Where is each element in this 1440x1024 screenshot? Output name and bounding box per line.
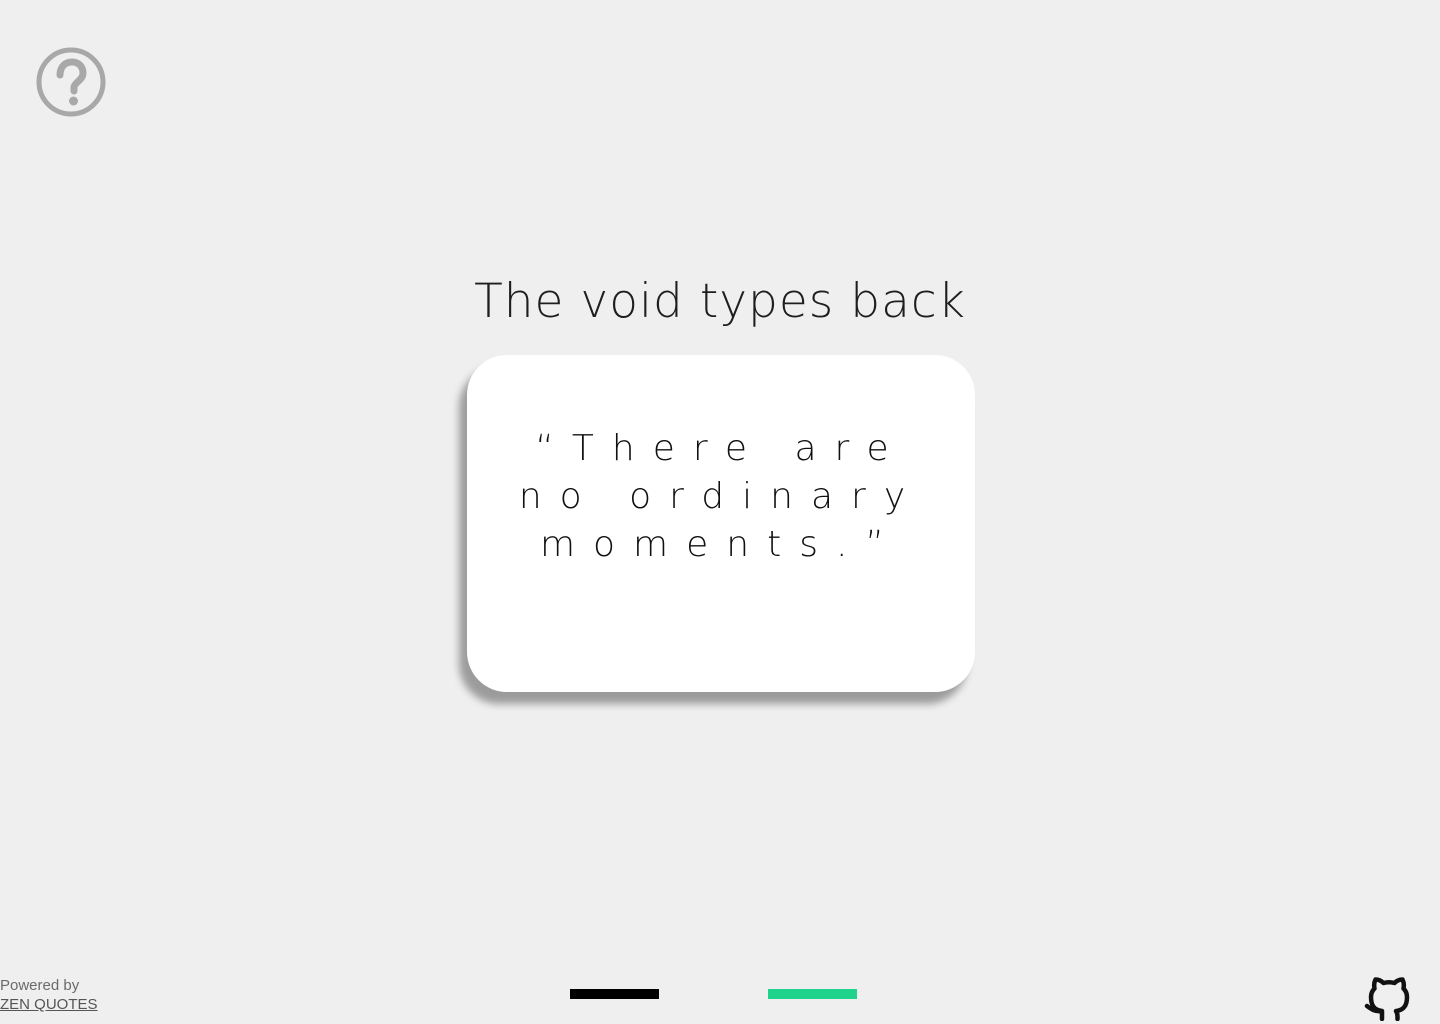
quote-card: “There are no ordinary moments.” bbox=[467, 355, 975, 692]
page-indicator-1[interactable] bbox=[570, 989, 659, 999]
quote-text: “There are no ordinary moments.” bbox=[518, 428, 924, 565]
powered-by: Powered by ZEN QUOTES bbox=[0, 976, 98, 1014]
question-circle-icon bbox=[36, 47, 106, 117]
zen-quotes-link[interactable]: ZEN QUOTES bbox=[0, 996, 98, 1013]
powered-by-label: Powered by bbox=[0, 977, 80, 994]
page-indicator-2[interactable] bbox=[768, 989, 857, 999]
page-title: The void types back bbox=[474, 274, 966, 329]
github-icon bbox=[1364, 977, 1410, 1021]
github-link[interactable] bbox=[1363, 969, 1415, 1021]
help-button[interactable] bbox=[36, 47, 106, 117]
